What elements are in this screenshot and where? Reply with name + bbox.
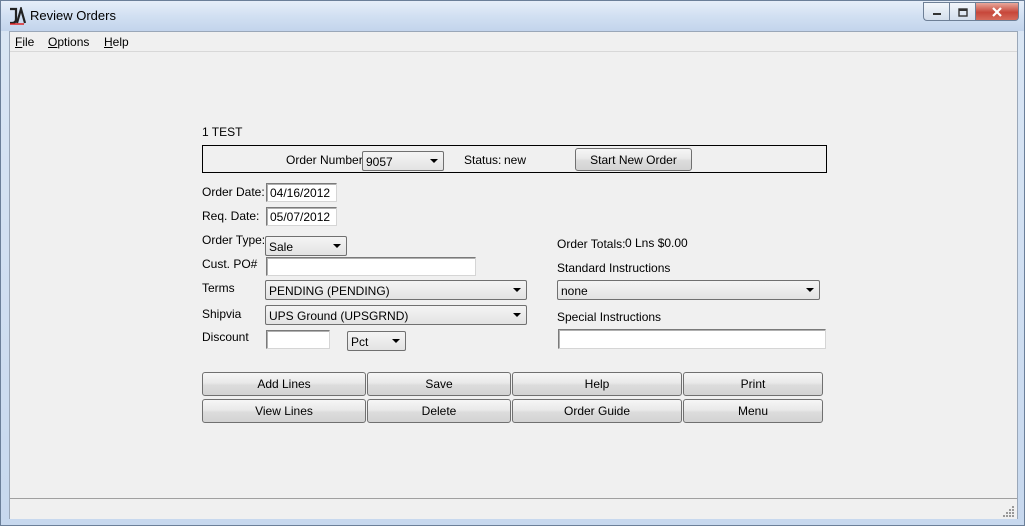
menu-help[interactable]: Help <box>104 35 129 49</box>
terms-select[interactable]: PENDING (PENDING) <box>265 280 527 300</box>
terms-value: PENDING (PENDING) <box>269 284 390 298</box>
req-date-label: Req. Date: <box>202 209 260 223</box>
print-button[interactable]: Print <box>683 372 823 396</box>
application-window: Review Orders File Options Help 1 TEST O… <box>0 0 1025 526</box>
order-totals-label: Order Totals: <box>557 237 626 251</box>
standard-instructions-label: Standard Instructions <box>557 261 671 275</box>
shipvia-select[interactable]: UPS Ground (UPSGRND) <box>265 305 527 325</box>
chevron-down-icon <box>392 339 400 343</box>
menu-button[interactable]: Menu <box>683 399 823 423</box>
maximize-button[interactable] <box>949 2 975 21</box>
minimize-icon <box>932 12 941 15</box>
chevron-down-icon <box>513 288 521 292</box>
order-header-box: Order Number: 9057 Status: new Start New… <box>202 145 827 173</box>
discount-unit-select[interactable]: Pct <box>347 331 406 351</box>
chevron-down-icon <box>513 313 521 317</box>
cust-po-label: Cust. PO# <box>202 257 258 271</box>
menu-options-label: ptions <box>57 35 90 49</box>
client-area: File Options Help 1 TEST Order Number: 9… <box>9 31 1018 519</box>
discount-label: Discount <box>202 330 249 344</box>
close-icon <box>992 6 1002 17</box>
terms-label: Terms <box>202 281 235 295</box>
shipvia-label: Shipvia <box>202 307 242 321</box>
status-value: new <box>504 153 527 167</box>
menu-help-accel: H <box>104 35 113 49</box>
add-lines-button[interactable]: Add Lines <box>202 372 366 396</box>
standard-instructions-value: none <box>561 284 588 298</box>
resize-grip-icon[interactable] <box>1003 505 1015 517</box>
delete-button[interactable]: Delete <box>367 399 511 423</box>
standard-instructions-select[interactable]: none <box>557 280 820 300</box>
order-date-label: Order Date: <box>202 185 265 199</box>
chevron-down-icon <box>430 159 438 163</box>
customer-name: 1 TEST <box>202 125 243 139</box>
order-date-field[interactable]: 04/16/2012 <box>266 183 337 202</box>
save-button[interactable]: Save <box>367 372 511 396</box>
title-bar[interactable]: Review Orders <box>1 1 1024 31</box>
menu-options-accel: O <box>48 35 58 49</box>
ja-logo-icon <box>10 7 26 25</box>
chevron-down-icon <box>333 244 341 248</box>
help-button[interactable]: Help <box>512 372 682 396</box>
order-number-select[interactable]: 9057 <box>362 151 444 171</box>
discount-field[interactable] <box>266 330 330 349</box>
chevron-down-icon <box>806 288 814 292</box>
status-bar <box>10 498 1017 519</box>
order-number-value: 9057 <box>366 155 393 169</box>
window-controls <box>923 2 1019 22</box>
minimize-button[interactable] <box>923 2 949 21</box>
window-title: Review Orders <box>30 8 116 23</box>
menu-bar: File Options Help <box>10 32 1017 52</box>
order-type-label: Order Type: <box>202 233 266 247</box>
shipvia-value: UPS Ground (UPSGRND) <box>269 309 409 323</box>
order-totals-value: 0 Lns $0.00 <box>625 236 688 250</box>
start-new-order-button[interactable]: Start New Order <box>575 148 692 171</box>
close-button[interactable] <box>975 2 1019 21</box>
special-instructions-label: Special Instructions <box>557 310 662 324</box>
order-type-value: Sale <box>269 240 294 254</box>
status-label: Status: <box>464 153 502 167</box>
menu-file[interactable]: File <box>15 35 34 49</box>
cust-po-field[interactable] <box>266 257 476 276</box>
restore-icon <box>957 7 968 17</box>
discount-unit-value: Pct <box>351 335 369 349</box>
view-lines-button[interactable]: View Lines <box>202 399 366 423</box>
menu-options[interactable]: Options <box>48 35 89 49</box>
order-type-select[interactable]: Sale <box>265 236 347 256</box>
menu-file-label: ile <box>22 35 35 49</box>
special-instructions-field[interactable] <box>558 329 826 349</box>
req-date-field[interactable]: 05/07/2012 <box>266 207 337 226</box>
menu-help-label: elp <box>112 35 129 49</box>
order-guide-button[interactable]: Order Guide <box>512 399 682 423</box>
order-number-label: Order Number: <box>286 153 367 167</box>
